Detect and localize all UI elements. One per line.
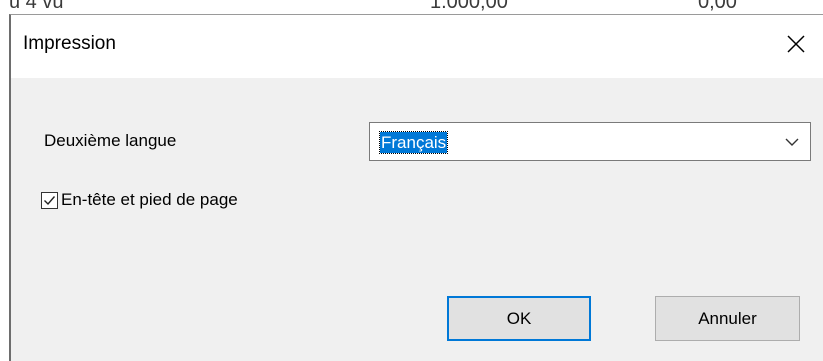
background-cell: 0,00 — [698, 0, 737, 13]
print-dialog: Impression Deuxième langue Français En-t… — [9, 14, 823, 361]
background-cell: 1.000,00 — [430, 0, 508, 13]
close-icon — [787, 35, 805, 53]
chevron-down-icon — [785, 138, 799, 146]
screen: u 4 vu 1.000,00 0,00 Impression Deuxième… — [0, 0, 823, 361]
ok-button[interactable]: OK — [447, 296, 591, 341]
checkmark-icon — [44, 195, 56, 205]
close-button[interactable] — [781, 29, 811, 59]
second-language-dropdown[interactable]: Français — [369, 122, 811, 161]
second-language-label: Deuxième langue — [44, 131, 177, 150]
dialog-title: Impression — [23, 33, 116, 54]
ok-button-label: OK — [506, 308, 532, 328]
background-table-row: u 4 vu 1.000,00 0,00 — [0, 0, 823, 14]
background-cell: u 4 vu — [9, 0, 64, 13]
dialog-titlebar: Impression — [11, 15, 823, 78]
header-footer-checkbox[interactable] — [41, 191, 58, 209]
cancel-button-label: Annuler — [698, 308, 757, 328]
header-footer-label: En-tête et pied de page — [61, 190, 238, 209]
cancel-button[interactable]: Annuler — [655, 296, 800, 341]
header-footer-option[interactable]: En-tête et pied de page — [41, 188, 238, 212]
second-language-selected-value: Français — [378, 131, 449, 154]
